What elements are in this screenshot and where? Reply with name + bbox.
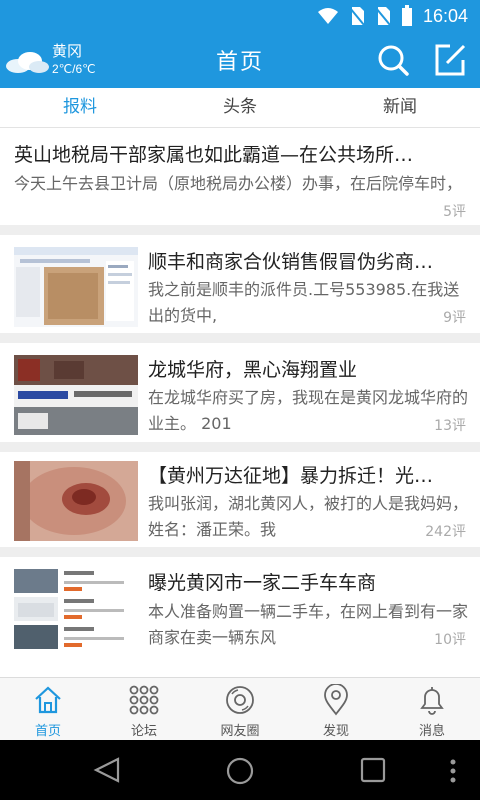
nav-label: 首页 — [34, 724, 61, 739]
no-sim-icon — [375, 7, 391, 26]
list-item[interactable]: 顺丰和商家合伙销售假冒伪劣商… 我之前是顺丰的派件员.工号553985.在我送出… — [0, 235, 480, 343]
tab-toutiao[interactable]: 头条 — [160, 88, 320, 127]
nav-friends-circle[interactable]: 网友圈 — [192, 678, 288, 740]
search-icon[interactable] — [375, 42, 411, 78]
item-thumbnail — [14, 355, 138, 435]
location-pin-icon — [324, 684, 348, 716]
tab-baoliao[interactable]: 报料 — [0, 88, 160, 127]
list-item[interactable]: 英山地税局干部家属也如此霸道—在公共场所… 今天上午去县卫计局（原地税局办公楼）… — [0, 129, 480, 235]
nav-forum[interactable]: 论坛 — [96, 678, 192, 740]
status-bar: 16:04 — [0, 0, 480, 32]
item-headline: 英山地税局干部家属也如此霸道—在公共场所… — [14, 144, 414, 166]
no-sim-icon — [349, 7, 365, 26]
home-icon — [35, 686, 61, 714]
battery-icon — [401, 5, 412, 26]
more-options-icon[interactable] — [448, 758, 458, 784]
back-icon[interactable] — [92, 756, 122, 784]
comment-count: 9评 — [443, 310, 466, 326]
disc-icon — [226, 686, 254, 714]
item-summary: 今天上午去县卫计局（原地税局办公楼）办事，在后院停车时， — [14, 174, 463, 193]
status-icons: 16:04 — [317, 5, 468, 27]
item-summary: 我叫张润，湖北黄冈人，被打的人是我妈妈，姓名：潘正荣。我 — [148, 494, 468, 539]
comment-count: 10评 — [434, 632, 466, 648]
item-thumbnail — [14, 567, 138, 651]
wifi-icon — [317, 8, 338, 24]
grid-icon — [129, 685, 159, 715]
nav-home[interactable]: 首页 — [0, 678, 96, 740]
item-headline: 顺丰和商家合伙销售假冒伪劣商… — [148, 251, 434, 273]
bottom-navigation: 首页 论坛 网友圈 发现 消息 — [0, 677, 480, 740]
nav-label: 发现 — [322, 724, 349, 739]
item-thumbnail — [14, 461, 138, 541]
list-item[interactable]: 曝光黄冈市一家二手车车商 本人准备购置一辆二手车，在网上看到有一家商家在卖一辆东… — [0, 557, 480, 677]
news-feed: 英山地税局干部家属也如此霸道—在公共场所… 今天上午去县卫计局（原地税局办公楼）… — [0, 129, 480, 677]
tab-xinwen[interactable]: 新闻 — [320, 88, 480, 127]
item-thumbnail — [14, 247, 138, 327]
item-summary: 在龙城华府买了房，我现在是黄冈龙城华府的业主。 201 — [148, 388, 468, 433]
system-navigation-bar — [0, 740, 480, 800]
list-item[interactable]: 龙城华府，黑心海翔置业 在龙城华府买了房，我现在是黄冈龙城华府的业主。 201 … — [0, 343, 480, 452]
item-summary: 本人准备购置一辆二手车，在网上看到有一家商家在卖一辆东风 — [148, 602, 468, 647]
item-headline: 曝光黄冈市一家二手车车商 — [148, 572, 377, 594]
app-header: 黄冈 2℃/6℃ 首页 — [0, 32, 480, 88]
compose-icon[interactable] — [432, 42, 468, 78]
nav-label: 网友圈 — [220, 724, 260, 739]
item-headline: 龙城华府，黑心海翔置业 — [148, 359, 358, 381]
nav-label: 消息 — [418, 724, 445, 739]
comment-count: 242评 — [425, 524, 466, 540]
list-item[interactable]: 【黄州万达征地】暴力拆迁！光… 我叫张润，湖北黄冈人，被打的人是我妈妈，姓名：潘… — [0, 452, 480, 557]
nav-messages[interactable]: 消息 — [384, 678, 480, 740]
item-summary: 我之前是顺丰的派件员.工号553985.在我送出的货中, — [148, 280, 460, 325]
nav-label: 论坛 — [130, 724, 157, 739]
home-button-icon[interactable] — [224, 755, 256, 787]
nav-discover[interactable]: 发现 — [288, 678, 384, 740]
recent-apps-icon[interactable] — [360, 757, 386, 783]
bell-icon — [420, 687, 444, 715]
category-tabs: 报料 头条 新闻 — [0, 88, 480, 128]
item-headline: 【黄州万达征地】暴力拆迁！光… — [148, 465, 434, 487]
clock: 16:04 — [422, 5, 468, 26]
comment-count: 13评 — [434, 418, 466, 434]
comment-count: 5评 — [443, 204, 466, 220]
